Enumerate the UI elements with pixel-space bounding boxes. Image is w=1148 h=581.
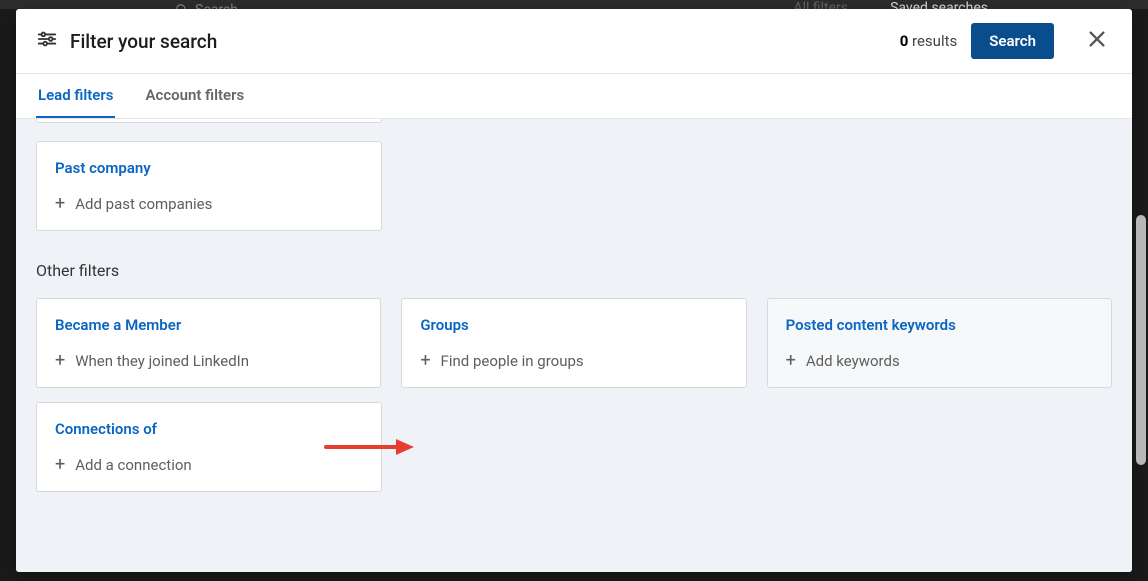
search-button[interactable]: Search (971, 23, 1054, 59)
results-count: 0 results (900, 32, 958, 50)
add-past-companies[interactable]: + Add past companies (55, 195, 363, 213)
close-button[interactable] (1082, 24, 1112, 58)
card-title: Became a Member (55, 316, 362, 334)
plus-icon: + (786, 352, 796, 370)
card-connections-of[interactable]: Connections of + Add a connection (36, 402, 382, 492)
sliders-icon (36, 28, 58, 54)
card-title: Connections of (55, 420, 363, 438)
action-label: Add past companies (75, 195, 212, 213)
scrollbar-thumb[interactable] (1136, 215, 1146, 465)
plus-icon: + (55, 195, 65, 213)
card-became-member[interactable]: Became a Member + When they joined Linke… (36, 298, 381, 388)
card-title: Groups (420, 316, 727, 334)
action-label: Find people in groups (441, 352, 584, 370)
card-groups[interactable]: Groups + Find people in groups (401, 298, 746, 388)
card-posted-keywords[interactable]: Posted content keywords + Add keywords (767, 298, 1112, 388)
plus-icon: + (55, 352, 65, 370)
partial-card-top (36, 119, 382, 123)
card-title: Posted content keywords (786, 316, 1093, 334)
filter-content: Past company + Add past companies Other … (16, 119, 1132, 572)
modal-header: Filter your search 0 results Search (16, 9, 1132, 74)
action-label: When they joined LinkedIn (75, 352, 249, 370)
add-groups[interactable]: + Find people in groups (420, 352, 727, 370)
action-label: Add a connection (75, 456, 191, 474)
action-label: Add keywords (806, 352, 900, 370)
plus-icon: + (420, 352, 430, 370)
add-became-member[interactable]: + When they joined LinkedIn (55, 352, 362, 370)
filter-modal: Filter your search 0 results Search Lead… (16, 9, 1132, 572)
modal-title: Filter your search (70, 30, 900, 53)
tab-lead-filters[interactable]: Lead filters (36, 74, 115, 118)
tab-account-filters[interactable]: Account filters (143, 74, 246, 118)
add-posted-keywords[interactable]: + Add keywords (786, 352, 1093, 370)
add-connections-of[interactable]: + Add a connection (55, 456, 363, 474)
card-past-company[interactable]: Past company + Add past companies (36, 141, 382, 231)
filter-tabs: Lead filters Account filters (16, 74, 1132, 119)
card-title: Past company (55, 159, 363, 177)
close-icon (1086, 28, 1108, 54)
plus-icon: + (55, 456, 65, 474)
section-other-filters: Other filters (36, 261, 1112, 280)
